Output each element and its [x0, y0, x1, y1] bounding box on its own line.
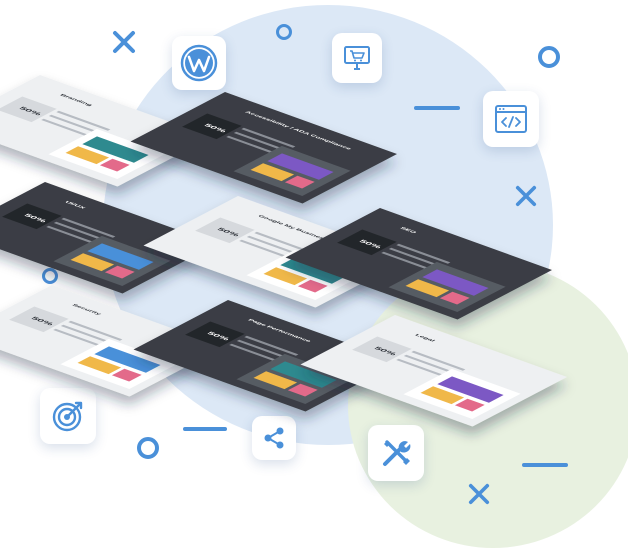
- slide-card: Legal50%: [300, 315, 567, 427]
- slide-card: SEO50%: [285, 208, 552, 320]
- slide-face: [130, 92, 397, 204]
- slide-face: [300, 315, 567, 427]
- slide-deck: Branding50% Accessibility / ADA Complianc…: [0, 75, 567, 427]
- illustration-stage: Branding 50% Accessibility / ADA Complianc…: [0, 0, 628, 550]
- slide-face: [285, 208, 552, 320]
- slide-card: Accessibility / ADA Compliance50%: [130, 92, 397, 204]
